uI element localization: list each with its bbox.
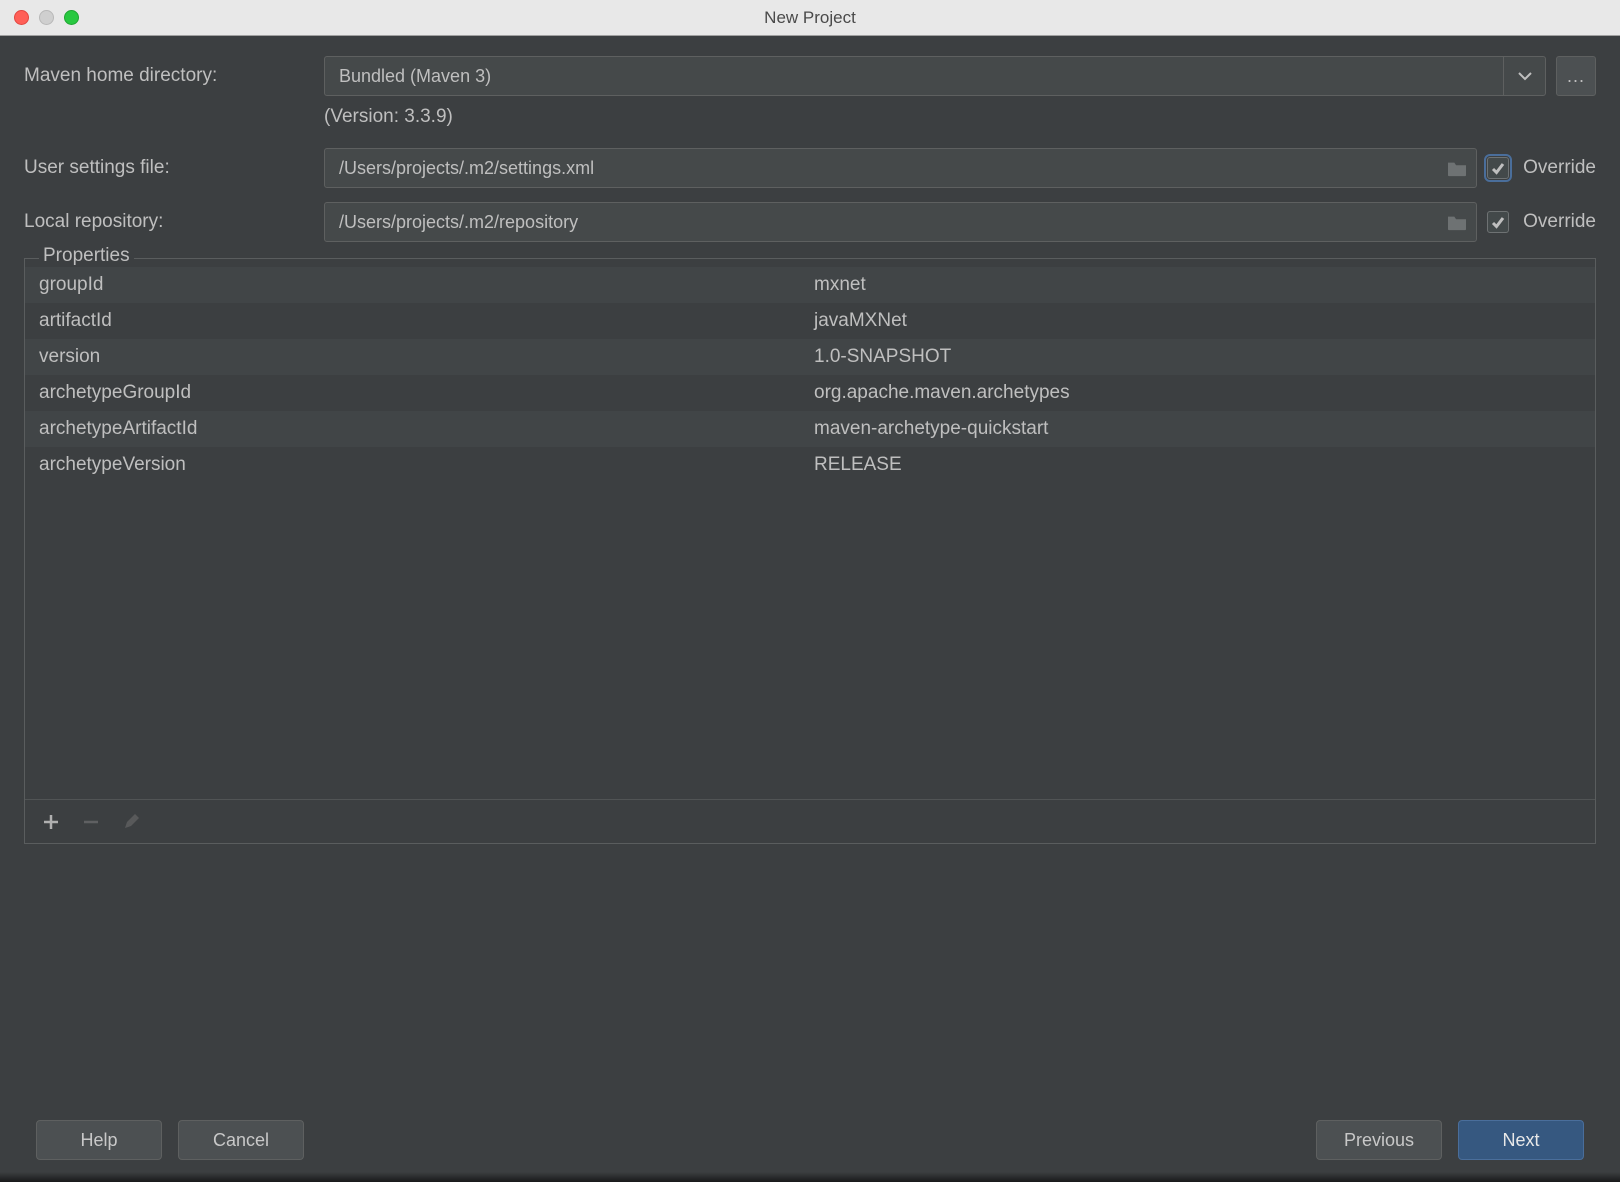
add-property-button[interactable] [41,812,61,832]
property-key: archetypeVersion [25,454,810,476]
maven-version-note: (Version: 3.3.9) [324,106,1596,128]
property-key: archetypeArtifactId [25,418,810,440]
window-title: New Project [0,8,1620,28]
property-row[interactable]: artifactIdjavaMXNet [25,303,1595,339]
folder-icon[interactable] [1446,159,1468,177]
property-key: artifactId [25,310,810,332]
bottom-shadow [0,1172,1620,1182]
property-value: mxnet [810,274,1595,296]
property-key: version [25,346,810,368]
chevron-down-icon[interactable] [1503,57,1545,95]
titlebar: New Project [0,0,1620,36]
properties-table[interactable]: groupIdmxnetartifactIdjavaMXNetversion1.… [25,259,1595,799]
property-value: javaMXNet [810,310,1595,332]
property-row[interactable]: version1.0-SNAPSHOT [25,339,1595,375]
minimize-window-button [39,10,54,25]
property-key: archetypeGroupId [25,382,810,404]
properties-toolbar [25,799,1595,843]
zoom-window-button[interactable] [64,10,79,25]
remove-property-button [81,812,101,832]
property-row[interactable]: groupIdmxnet [25,267,1595,303]
dialog-footer: Help Cancel Previous Next [0,1120,1620,1160]
property-value: 1.0-SNAPSHOT [810,346,1595,368]
property-value: maven-archetype-quickstart [810,418,1595,440]
property-value: org.apache.maven.archetypes [810,382,1595,404]
local-repo-input[interactable]: /Users/projects/.m2/repository [324,202,1477,242]
cancel-button[interactable]: Cancel [178,1120,304,1160]
local-repo-value: /Users/projects/.m2/repository [339,212,1446,233]
property-key: groupId [25,274,810,296]
local-repo-label: Local repository: [24,211,324,233]
local-repo-override-checkbox[interactable] [1487,211,1509,233]
property-row[interactable]: archetypeGroupIdorg.apache.maven.archety… [25,375,1595,411]
properties-panel: Properties groupIdmxnetartifactIdjavaMXN… [24,258,1596,844]
user-settings-label: User settings file: [24,157,324,179]
folder-icon[interactable] [1446,213,1468,231]
window-controls [0,10,79,25]
browse-maven-home-button[interactable]: ... [1556,56,1596,96]
property-row[interactable]: archetypeArtifactIdmaven-archetype-quick… [25,411,1595,447]
maven-home-value: Bundled (Maven 3) [325,57,1503,95]
next-button[interactable]: Next [1458,1120,1584,1160]
property-value: RELEASE [810,454,1595,476]
help-button[interactable]: Help [36,1120,162,1160]
edit-property-button [121,812,141,832]
user-settings-override-label: Override [1523,157,1596,179]
previous-button[interactable]: Previous [1316,1120,1442,1160]
maven-home-combo[interactable]: Bundled (Maven 3) [324,56,1546,96]
property-row[interactable]: archetypeVersionRELEASE [25,447,1595,483]
close-window-button[interactable] [14,10,29,25]
user-settings-value: /Users/projects/.m2/settings.xml [339,158,1446,179]
user-settings-input[interactable]: /Users/projects/.m2/settings.xml [324,148,1477,188]
local-repo-override-label: Override [1523,211,1596,233]
maven-home-label: Maven home directory: [24,65,324,87]
user-settings-override-checkbox[interactable] [1487,157,1509,179]
properties-legend: Properties [39,245,134,267]
